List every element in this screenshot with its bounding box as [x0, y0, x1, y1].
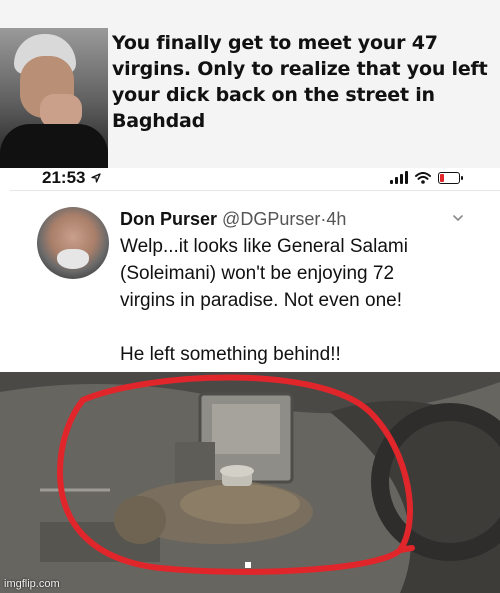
chevron-down-icon[interactable] [452, 212, 464, 224]
meme-caption-panel: You finally get to meet your 47 virgins.… [0, 0, 500, 168]
author-name[interactable]: Don Purser [120, 209, 217, 229]
man-crying-photo [0, 28, 108, 168]
wifi-icon [415, 171, 431, 184]
tweet-time[interactable]: 4h [326, 209, 346, 229]
status-time: 21:53 [42, 168, 101, 188]
meme-caption-text: You finally get to meet your 47 virgins.… [112, 32, 488, 132]
tweet-card[interactable]: Don Purser @DGPurser·4h Welp...it looks … [10, 190, 500, 373]
wreckage-illustration [0, 372, 500, 593]
status-bar: 21:53 [10, 168, 500, 190]
wreckage-photo: imgflip.com [0, 372, 500, 593]
author-handle[interactable]: @DGPurser [222, 209, 320, 229]
tweet-header: Don Purser @DGPurser·4h [120, 209, 346, 230]
signal-icon [390, 171, 408, 184]
location-arrow-icon [91, 173, 101, 183]
avatar[interactable] [37, 207, 109, 279]
tweet-text: Welp...it looks like General Salami (Sol… [120, 236, 408, 365]
battery-low-icon [438, 171, 463, 184]
imgflip-watermark: imgflip.com [4, 578, 60, 590]
